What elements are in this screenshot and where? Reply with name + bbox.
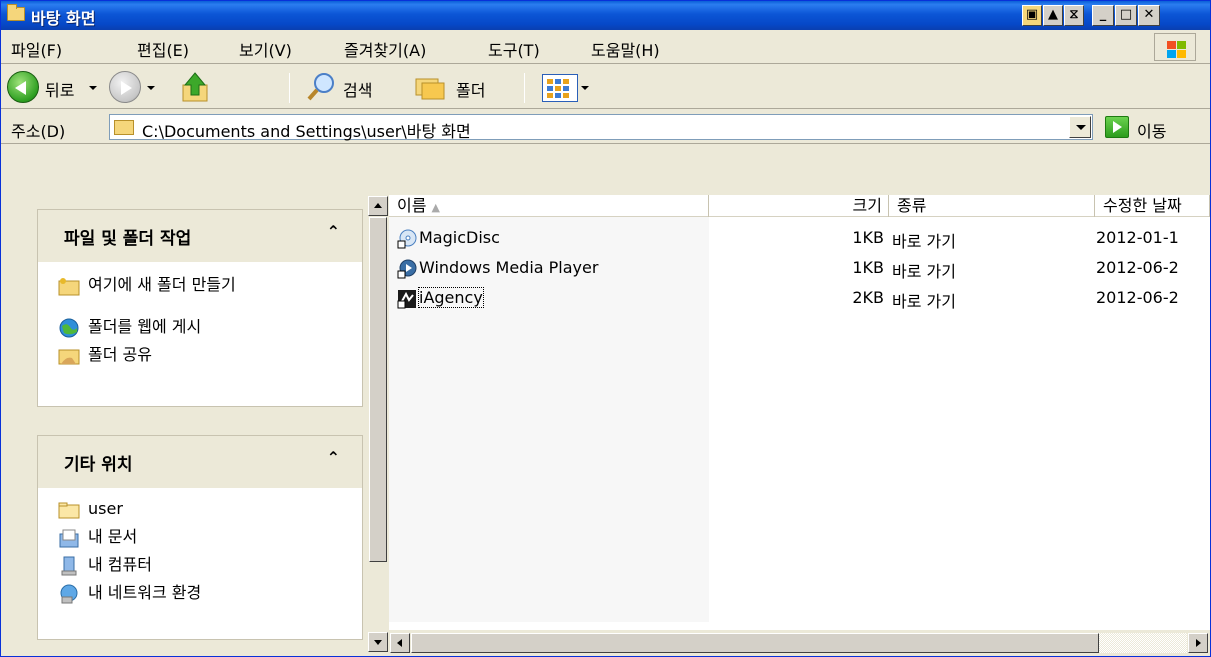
file-date: 2012-06-2 [1096, 288, 1179, 307]
menu-file[interactable]: 파일(F) [11, 37, 62, 61]
maximize-button[interactable]: □ [1115, 5, 1137, 26]
shared-folder-icon [58, 349, 80, 365]
file-folder-tasks-header[interactable]: 파일 및 폴더 작업 ⌃ [38, 210, 362, 262]
back-arrow-icon[interactable] [7, 71, 39, 103]
minimize-button[interactable]: _ [1092, 5, 1114, 26]
menu-favorites[interactable]: 즐겨찾기(A) [344, 37, 426, 61]
file-date: 2012-06-2 [1096, 258, 1179, 277]
sort-ascending-icon: ▲ [431, 201, 441, 214]
scroll-thumb[interactable] [411, 633, 1099, 653]
scroll-down-button[interactable] [368, 632, 388, 652]
views-icon[interactable] [542, 74, 578, 102]
folder-icon [58, 502, 80, 519]
explorer-window: 바탕 화면 ▣ ▲ ⧖ _ □ ✕ 파일(F) 편집(E) 보기(V) 즐겨찾기… [0, 0, 1211, 657]
scroll-left-button[interactable] [390, 633, 410, 653]
panel-title: 기타 위치 [64, 455, 133, 475]
windows-logo-icon [1154, 33, 1196, 61]
folder-icon [114, 120, 134, 135]
up-folder-icon[interactable] [181, 71, 211, 103]
new-folder-icon [58, 278, 80, 296]
column-type[interactable]: 종류 [889, 195, 1095, 217]
task-pane: 파일 및 폴더 작업 ⌃ 여기에 새 폴더 만들기 폴더를 웹에 게시 폴더 공… [1, 145, 367, 656]
network-icon [60, 584, 78, 604]
menu-help[interactable]: 도움말(H) [591, 37, 660, 61]
toolbar-separator [289, 73, 290, 103]
list-item[interactable]: Windows Media Player 1KB 바로 가기 2012-06-2 [389, 257, 1210, 281]
horizontal-scrollbar[interactable] [389, 630, 1210, 656]
task-label[interactable]: 폴더를 웹에 게시 [88, 318, 328, 336]
file-size: 2KB [852, 288, 884, 307]
go-button-label[interactable]: 이동 [1137, 118, 1166, 142]
back-dropdown-icon[interactable] [89, 86, 97, 90]
magicdisc-icon [397, 229, 417, 249]
pin-icon[interactable]: ⧖ [1064, 5, 1084, 26]
file-name: iAgency [418, 287, 484, 308]
vertical-scrollbar[interactable] [367, 195, 389, 656]
place-label[interactable]: 내 컴퓨터 [88, 556, 328, 574]
place-label[interactable]: user [88, 500, 328, 518]
scroll-thumb[interactable] [369, 217, 387, 562]
place-label[interactable]: 내 문서 [88, 528, 328, 546]
other-places-header[interactable]: 기타 위치 ⌃ [38, 436, 362, 488]
menu-edit[interactable]: 편집(E) [137, 37, 189, 61]
window-title: 바탕 화면 [31, 9, 96, 28]
go-arrow-icon[interactable] [1105, 116, 1129, 138]
collapse-icon[interactable]: ⌃ [327, 448, 340, 467]
task-label[interactable]: 여기에 새 폴더 만들기 [88, 276, 328, 294]
task-label[interactable]: 폴더 공유 [88, 346, 328, 364]
other-places-panel: 기타 위치 ⌃ user 내 문서 내 컴퓨터 내 네트워크 환경 [37, 435, 363, 640]
place-label[interactable]: 내 네트워크 환경 [88, 584, 328, 602]
file-type: 바로 가기 [892, 262, 956, 281]
back-button-label[interactable]: 뒤로 [45, 77, 74, 101]
title-bar[interactable]: 바탕 화면 ▣ ▲ ⧖ _ □ ✕ [1, 1, 1210, 30]
search-icon[interactable] [306, 71, 336, 103]
menu-bar: 파일(F) 편집(E) 보기(V) 즐겨찾기(A) 도구(T) 도움말(H) [1, 30, 1210, 64]
file-folder-tasks-panel: 파일 및 폴더 작업 ⌃ 여기에 새 폴더 만들기 폴더를 웹에 게시 폴더 공… [37, 209, 363, 407]
menu-view[interactable]: 보기(V) [239, 37, 292, 61]
my-documents-icon [59, 529, 79, 548]
scroll-up-button[interactable] [368, 196, 388, 216]
toolbar: 뒤로 검색 폴더 [1, 65, 1210, 109]
address-bar: 주소(D) C:\Documents and Settings\user\바탕 … [1, 110, 1210, 144]
folder-icon [7, 4, 25, 21]
file-name: Windows Media Player [419, 258, 599, 277]
list-item[interactable]: iAgency 2KB 바로 가기 2012-06-2 [389, 287, 1210, 311]
column-name[interactable]: 이름 ▲ [389, 195, 709, 217]
column-header: 이름 ▲ 크기 종류 수정한 날짜 [389, 195, 1210, 217]
iagency-icon [397, 290, 416, 309]
file-date: 2012-01-1 [1096, 228, 1179, 247]
file-size: 1KB [852, 228, 884, 247]
collapse-icon[interactable]: ⌃ [327, 222, 340, 241]
address-input[interactable]: C:\Documents and Settings\user\바탕 화면 [109, 114, 1093, 142]
column-label: 이름 [397, 196, 427, 215]
menu-tools[interactable]: 도구(T) [488, 37, 540, 61]
file-name: MagicDisc [419, 228, 500, 247]
search-button-label[interactable]: 검색 [343, 77, 372, 101]
column-size[interactable]: 크기 [709, 195, 889, 217]
scroll-right-button[interactable] [1188, 633, 1208, 653]
computer-icon [61, 556, 77, 576]
restore-sound-icon[interactable]: ▣ [1022, 5, 1042, 26]
file-type: 바로 가기 [892, 232, 956, 251]
scroll-up-icon[interactable]: ▲ [1043, 5, 1063, 26]
column-date[interactable]: 수정한 날짜 [1095, 195, 1210, 217]
address-label: 주소(D) [11, 122, 66, 141]
toolbar-separator [524, 73, 525, 103]
close-button[interactable]: ✕ [1138, 5, 1160, 26]
address-value[interactable]: C:\Documents and Settings\user\바탕 화면 [142, 118, 471, 142]
list-item[interactable]: MagicDisc 1KB 바로 가기 2012-01-1 [389, 227, 1210, 251]
file-size: 1KB [852, 258, 884, 277]
media-player-icon [397, 259, 417, 279]
folders-button-label[interactable]: 폴더 [456, 77, 485, 101]
globe-icon [59, 318, 79, 338]
forward-dropdown-icon[interactable] [147, 86, 155, 90]
folders-icon[interactable] [414, 73, 446, 101]
forward-arrow-icon[interactable] [109, 71, 141, 103]
file-type: 바로 가기 [892, 292, 956, 311]
address-dropdown-icon[interactable] [1069, 116, 1091, 138]
views-dropdown-icon[interactable] [581, 86, 589, 90]
panel-title: 파일 및 폴더 작업 [64, 229, 192, 249]
